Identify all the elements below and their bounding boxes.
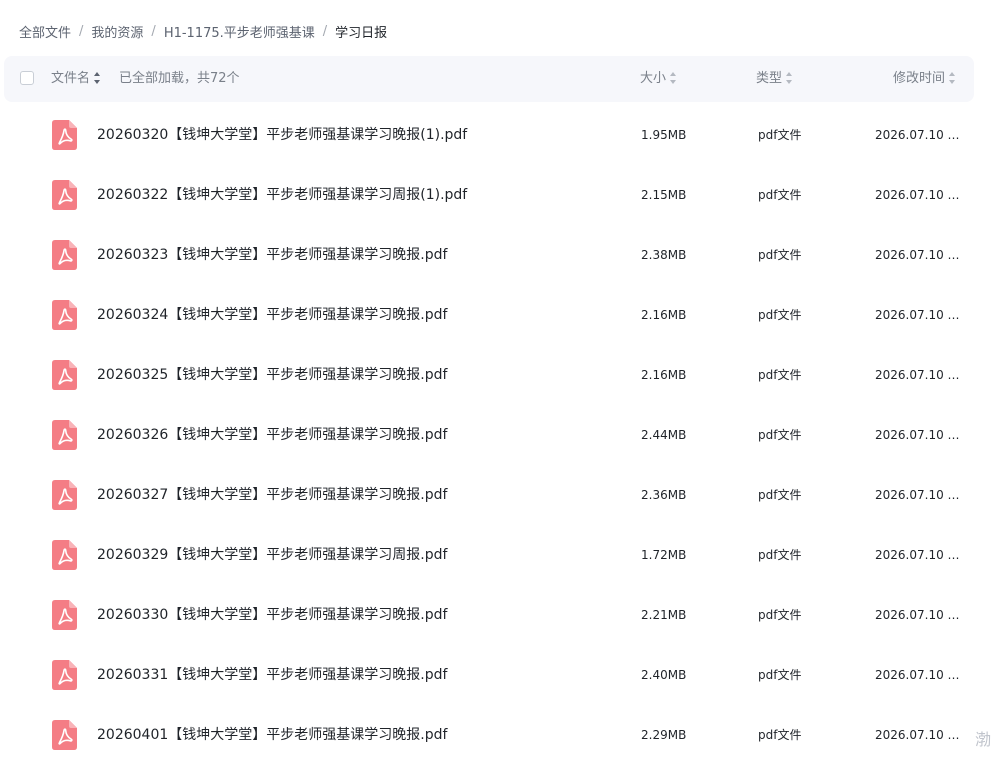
file-type: pdf文件	[758, 308, 802, 322]
file-row[interactable]: 20260326【钱坤大学堂】平步老师强基课学习晚报.pdf 2.44MB pd…	[0, 405, 991, 465]
file-name[interactable]: 20260331【钱坤大学堂】平步老师强基课学习晚报.pdf	[97, 645, 447, 705]
file-type: pdf文件	[758, 548, 802, 562]
pdf-file-icon	[52, 180, 77, 210]
sort-by-time[interactable]: 修改时间	[893, 56, 956, 102]
breadcrumb-current: 学习日报	[335, 25, 388, 41]
file-type: pdf文件	[758, 608, 802, 622]
file-list-header: 文件名 已全部加载，共72个 大小 类型 修改时间	[4, 56, 974, 102]
file-row[interactable]: 20260331【钱坤大学堂】平步老师强基课学习晚报.pdf 2.40MB pd…	[0, 645, 991, 705]
file-row[interactable]: 20260325【钱坤大学堂】平步老师强基课学习晚报.pdf 2.16MB pd…	[0, 345, 991, 405]
file-row[interactable]: 20260329【钱坤大学堂】平步老师强基课学习周报.pdf 1.72MB pd…	[0, 525, 991, 585]
file-type: pdf文件	[758, 128, 802, 142]
column-name-label: 文件名	[51, 71, 91, 86]
sort-by-size[interactable]: 大小	[640, 56, 677, 102]
pdf-file-icon	[52, 540, 77, 570]
pdf-file-icon	[52, 420, 77, 450]
sort-icon	[670, 71, 677, 84]
file-modified-time: 2026.07.10 0...	[875, 128, 965, 142]
file-type: pdf文件	[758, 248, 802, 262]
file-type: pdf文件	[758, 488, 802, 502]
file-name[interactable]: 20260330【钱坤大学堂】平步老师强基课学习晚报.pdf	[97, 585, 447, 645]
file-row[interactable]: 20260330【钱坤大学堂】平步老师强基课学习晚报.pdf 2.21MB pd…	[0, 585, 991, 645]
pdf-file-icon	[52, 300, 77, 330]
file-size: 2.40MB	[641, 668, 687, 682]
pdf-file-icon	[52, 660, 77, 690]
file-type: pdf文件	[758, 428, 802, 442]
file-name[interactable]: 20260323【钱坤大学堂】平步老师强基课学习晚报.pdf	[97, 225, 447, 285]
file-size: 2.44MB	[641, 428, 687, 442]
file-size: 2.16MB	[641, 368, 687, 382]
breadcrumb-separator: /	[151, 23, 156, 39]
pdf-file-icon	[52, 360, 77, 390]
file-type: pdf文件	[758, 188, 802, 202]
breadcrumb-item-course-folder[interactable]: H1-1175.平步老师强基课	[164, 22, 315, 41]
column-size-label: 大小	[640, 71, 667, 86]
sort-icon	[949, 71, 956, 84]
pdf-file-icon	[52, 240, 77, 270]
file-list: 20260320【钱坤大学堂】平步老师强基课学习晚报(1).pdf 1.95MB…	[0, 105, 991, 765]
file-type: pdf文件	[758, 668, 802, 682]
pdf-file-icon	[52, 120, 77, 150]
file-name[interactable]: 20260401【钱坤大学堂】平步老师强基课学习晚报.pdf	[97, 705, 447, 765]
file-type: pdf文件	[758, 368, 802, 382]
file-size: 1.72MB	[641, 548, 687, 562]
file-row[interactable]: 20260327【钱坤大学堂】平步老师强基课学习晚报.pdf 2.36MB pd…	[0, 465, 991, 525]
file-row[interactable]: 20260320【钱坤大学堂】平步老师强基课学习晚报(1).pdf 1.95MB…	[0, 105, 991, 165]
pdf-file-icon	[52, 720, 77, 750]
file-name[interactable]: 20260327【钱坤大学堂】平步老师强基课学习晚报.pdf	[97, 465, 447, 525]
file-type: pdf文件	[758, 728, 802, 742]
file-size: 2.36MB	[641, 488, 687, 502]
pdf-file-icon	[52, 600, 77, 630]
file-name[interactable]: 20260325【钱坤大学堂】平步老师强基课学习晚报.pdf	[97, 345, 447, 405]
breadcrumb-item-my-resources[interactable]: 我的资源	[91, 22, 143, 41]
file-size: 2.15MB	[641, 188, 687, 202]
file-size: 1.95MB	[641, 128, 687, 142]
column-time-label: 修改时间	[893, 71, 946, 86]
file-modified-time: 2026.07.10 0...	[875, 548, 965, 562]
breadcrumb-separator: /	[322, 23, 328, 39]
pdf-file-icon	[52, 480, 77, 510]
file-name[interactable]: 20260324【钱坤大学堂】平步老师强基课学习晚报.pdf	[97, 285, 447, 345]
sort-icon	[786, 71, 793, 84]
file-name[interactable]: 20260329【钱坤大学堂】平步老师强基课学习周报.pdf	[97, 525, 447, 585]
file-modified-time: 2026.07.10 0...	[875, 668, 965, 682]
file-row[interactable]: 20260401【钱坤大学堂】平步老师强基课学习晚报.pdf 2.29MB pd…	[0, 705, 991, 765]
file-row[interactable]: 20260324【钱坤大学堂】平步老师强基课学习晚报.pdf 2.16MB pd…	[0, 285, 991, 345]
sort-by-name[interactable]: 文件名	[51, 56, 101, 102]
file-row[interactable]: 20260323【钱坤大学堂】平步老师强基课学习晚报.pdf 2.38MB pd…	[0, 225, 991, 285]
file-modified-time: 2026.07.10 0...	[875, 308, 965, 322]
file-modified-time: 2026.07.10 0...	[875, 608, 965, 622]
file-modified-time: 2026.07.10 0...	[875, 488, 965, 502]
breadcrumb: 全部文件 / 我的资源 / H1-1175.平步老师强基课 / 学习日报	[19, 20, 387, 42]
file-name[interactable]: 20260320【钱坤大学堂】平步老师强基课学习晚报(1).pdf	[97, 105, 467, 165]
sort-icon	[94, 71, 101, 84]
file-size: 2.21MB	[641, 608, 687, 622]
file-size: 2.16MB	[641, 308, 687, 322]
file-modified-time: 2026.07.10 0...	[875, 368, 965, 382]
file-modified-time: 2026.07.10 0...	[875, 248, 965, 262]
file-modified-time: 2026.07.10 0...	[875, 428, 965, 442]
sort-by-type[interactable]: 类型	[756, 56, 793, 102]
file-size: 2.29MB	[641, 728, 687, 742]
file-name[interactable]: 20260322【钱坤大学堂】平步老师强基课学习周报(1).pdf	[97, 165, 467, 225]
file-modified-time: 2026.07.10 0...	[875, 188, 965, 202]
file-size: 2.38MB	[641, 248, 687, 262]
file-name[interactable]: 20260326【钱坤大学堂】平步老师强基课学习晚报.pdf	[97, 405, 447, 465]
file-row[interactable]: 20260322【钱坤大学堂】平步老师强基课学习周报(1).pdf 2.15MB…	[0, 165, 991, 225]
column-type-label: 类型	[756, 71, 783, 86]
file-modified-time: 2026.07.10 0...	[875, 728, 965, 742]
corner-watermark-text: 渤	[974, 730, 991, 749]
breadcrumb-item-all-files[interactable]: 全部文件	[19, 22, 71, 41]
select-all-checkbox[interactable]	[20, 71, 34, 85]
breadcrumb-separator: /	[79, 23, 84, 39]
file-count-text: 已全部加载，共72个	[119, 71, 240, 86]
